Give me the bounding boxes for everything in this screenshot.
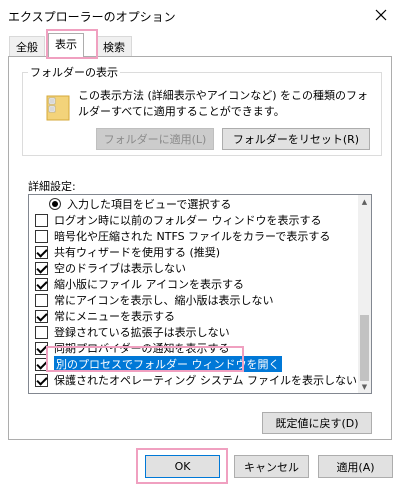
scroll-down-icon[interactable]: ▼: [358, 380, 371, 393]
scroll-up-icon[interactable]: ▲: [358, 195, 371, 208]
apply-button[interactable]: 適用(A): [318, 455, 393, 478]
restore-defaults-button[interactable]: 既定値に戻す(D): [262, 412, 372, 434]
reset-folders-button[interactable]: フォルダーをリセット(R): [222, 128, 370, 150]
advanced-settings-list[interactable]: 入力した項目をビューで選択する ログオン時に以前のフォルダー ウィンドウを表示す…: [28, 194, 372, 394]
list-item[interactable]: ログオン時に以前のフォルダー ウィンドウを表示する: [35, 212, 365, 228]
tab-view[interactable]: 表示: [48, 33, 84, 57]
list-item[interactable]: 縮小版にファイル アイコンを表示する: [35, 276, 365, 292]
radio-icon[interactable]: [49, 198, 61, 210]
apply-to-folders-button[interactable]: フォルダーに適用(L): [96, 128, 214, 150]
list-item[interactable]: 同期プロバイダーの通知を表示する: [35, 340, 365, 356]
folder-view-description: この表示方法 (詳細表示やアイコンなど) をこの種類のフォルダーすべてに適用する…: [78, 89, 369, 118]
list-item[interactable]: 常にメニューを表示する: [35, 308, 365, 324]
list-item[interactable]: 常にアイコンを表示し、縮小版は表示しない: [35, 292, 365, 308]
checkbox[interactable]: [35, 357, 48, 371]
list-item-selected[interactable]: 別のプロセスでフォルダー ウィンドウを開く: [35, 356, 365, 372]
checkbox[interactable]: [35, 309, 48, 323]
checkbox[interactable]: [35, 341, 48, 355]
tab-general[interactable]: 全般: [9, 36, 45, 56]
ok-button[interactable]: OK: [145, 455, 220, 478]
list-scrollbar[interactable]: ▲ ▼: [358, 195, 371, 393]
checkbox[interactable]: [35, 277, 48, 291]
checkbox[interactable]: [35, 261, 48, 275]
checkbox[interactable]: [35, 373, 48, 387]
list-item[interactable]: 登録されている拡張子は表示しない: [35, 324, 365, 340]
list-item[interactable]: 保護されたオペレーティング システム ファイルを表示しない (推奨): [35, 372, 371, 388]
folder-view-group-label: フォルダーの表示: [28, 64, 120, 80]
checkbox[interactable]: [35, 293, 48, 307]
close-icon: [375, 9, 387, 21]
scroll-thumb[interactable]: [360, 315, 369, 381]
window-title: エクスプローラーのオプション: [8, 10, 176, 24]
advanced-settings-label: 詳細設定:: [28, 180, 76, 193]
folder-icon: [46, 94, 72, 122]
checkbox[interactable]: [35, 229, 48, 243]
checkbox[interactable]: [35, 325, 48, 339]
list-item[interactable]: 共有ウィザードを使用する (推奨): [35, 244, 365, 260]
list-item[interactable]: 空のドライブは表示しない: [35, 260, 365, 276]
list-item[interactable]: 入力した項目をビューで選択する: [49, 196, 371, 212]
list-item[interactable]: 暗号化や圧縮された NTFS ファイルをカラーで表示する: [35, 228, 365, 244]
checkbox[interactable]: [35, 213, 48, 227]
tab-strip: 全般 表示 検索: [0, 30, 400, 57]
close-button[interactable]: [368, 4, 394, 26]
cancel-button[interactable]: キャンセル: [234, 455, 309, 478]
checkbox[interactable]: [35, 245, 48, 259]
tab-search[interactable]: 検索: [96, 36, 132, 56]
